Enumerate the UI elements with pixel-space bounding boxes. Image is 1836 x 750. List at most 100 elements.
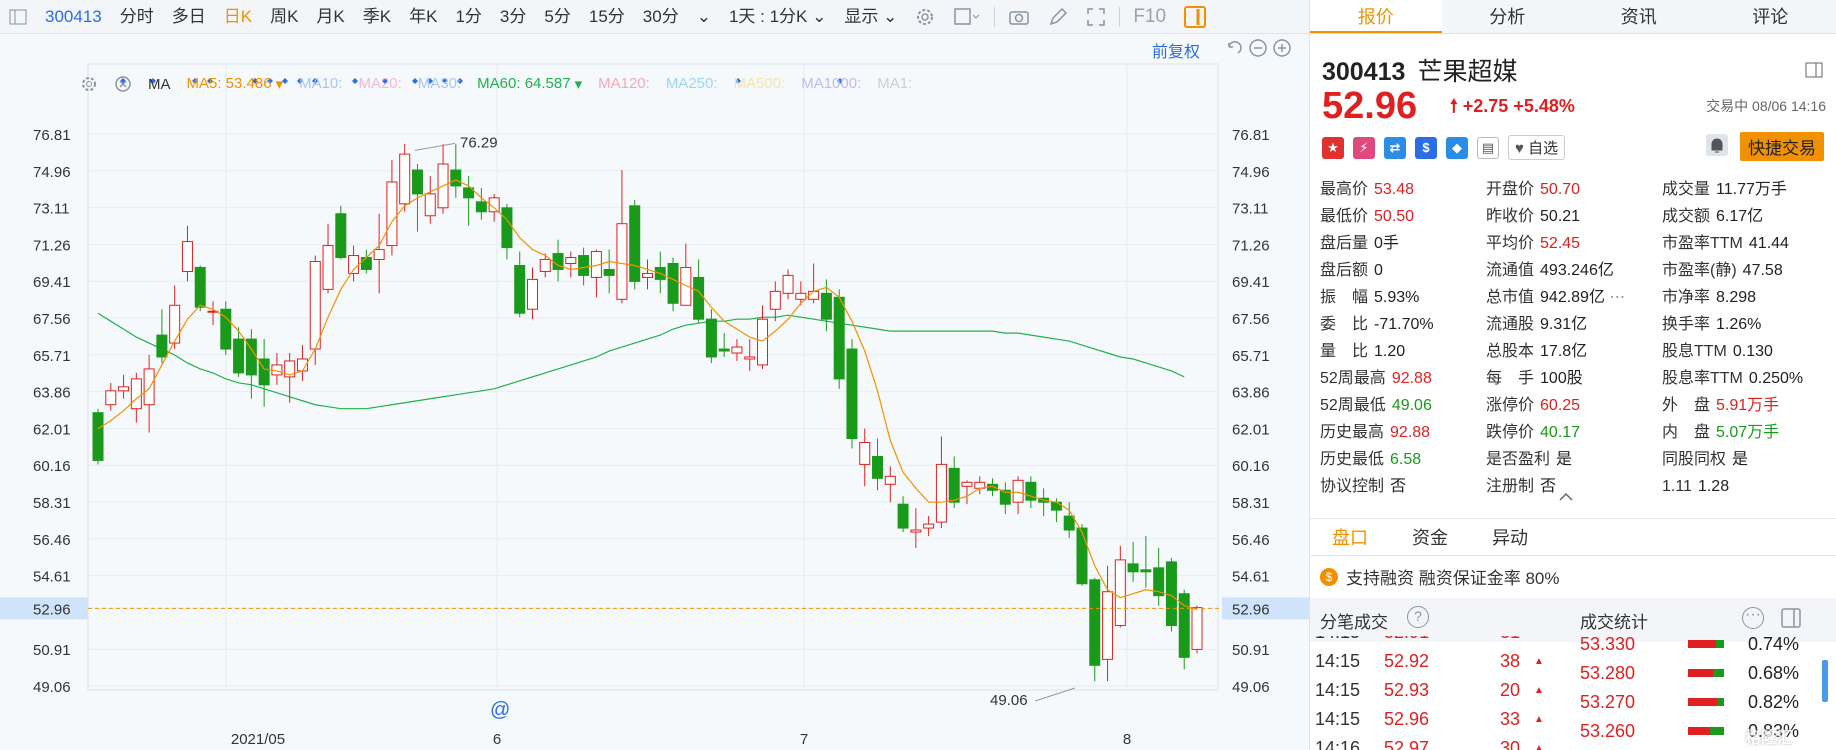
- ma-item[interactable]: MA5: 53.486: [187, 75, 272, 93]
- depth-tab[interactable]: 资金: [1412, 524, 1448, 550]
- collapse-chevron-icon[interactable]: [1559, 492, 1573, 502]
- change-pct: +5.48%: [1513, 96, 1575, 116]
- stat-row: 市盈率TTM 41.44: [1662, 230, 1803, 257]
- more-icon[interactable]: ···: [1742, 607, 1764, 629]
- adjust-toggle[interactable]: 前复权: [1152, 38, 1200, 62]
- china-flag-icon[interactable]: ★: [1322, 136, 1344, 159]
- period-tab[interactable]: 季K: [354, 0, 400, 34]
- display-select[interactable]: 显示 ⌄: [835, 0, 906, 34]
- add-favorite-button[interactable]: ♥ 自选: [1508, 135, 1566, 160]
- ma-item[interactable]: MA120:: [598, 75, 650, 93]
- candle[interactable]: [1178, 589, 1190, 670]
- candle[interactable]: [335, 205, 347, 260]
- stock-title: 300413 芒果超媒: [1322, 52, 1517, 88]
- zoom-out-icon[interactable]: [1248, 38, 1268, 58]
- quick-trade-button[interactable]: 快捷交易: [1740, 132, 1824, 161]
- candle[interactable]: [194, 265, 206, 312]
- candle[interactable]: [846, 339, 858, 449]
- sidebar-toggle-icon[interactable]: [1804, 60, 1824, 80]
- period-tab[interactable]: 年K: [400, 0, 446, 34]
- interval-select[interactable]: 1天 : 1分K ⌄: [720, 0, 835, 34]
- ma-item[interactable]: MA10:: [299, 75, 342, 93]
- y-tick-label: 74.96: [1232, 164, 1270, 181]
- quote-icon-row: ★ ⚡ ⇄ $ ◆ ▤ ♥ 自选: [1322, 135, 1566, 160]
- trade-time: 14:15: [1315, 636, 1360, 647]
- expand-panel-icon[interactable]: [1780, 607, 1802, 629]
- runner-icon[interactable]: ⚡: [1353, 136, 1375, 159]
- gear-icon[interactable]: [906, 7, 944, 27]
- depth-tab[interactable]: 异动: [1492, 524, 1528, 550]
- period-tab[interactable]: 3分: [491, 0, 535, 34]
- gear-icon[interactable]: [80, 75, 98, 93]
- quote-tab[interactable]: 分析: [1442, 0, 1574, 33]
- more-periods-chevron-icon[interactable]: ⌄: [688, 0, 720, 34]
- side-panel-icon[interactable]: [1175, 5, 1215, 28]
- at-icon[interactable]: @: [490, 699, 510, 721]
- scrollbar[interactable]: [1822, 660, 1828, 702]
- bell-icon[interactable]: [1706, 134, 1728, 156]
- ma-item[interactable]: MA250:: [666, 75, 718, 93]
- ma-item[interactable]: MA60: 64.587: [477, 75, 570, 93]
- zoom-in-icon[interactable]: [1272, 38, 1292, 58]
- ma-item[interactable]: MA20:: [358, 75, 401, 93]
- trade-time: 14:16: [1315, 738, 1361, 750]
- tick-trades-title: 分笔成交: [1320, 613, 1388, 632]
- undo-icon[interactable]: [1224, 38, 1244, 58]
- camera-icon[interactable]: [999, 7, 1039, 27]
- period-tab[interactable]: 日K: [215, 0, 261, 34]
- toolbar-divider: [994, 6, 996, 27]
- stat-row: 52周最高 92.88: [1320, 365, 1434, 392]
- period-tab[interactable]: 30分: [634, 0, 688, 34]
- kline-chart[interactable]: 76.81 76.81 74.96 74.96 73.11 73.11 71.26 71.26…: [0, 34, 1309, 750]
- help-icon[interactable]: ?: [1407, 606, 1429, 628]
- candle[interactable]: [1089, 577, 1101, 682]
- dollar-icon[interactable]: $: [1415, 136, 1437, 159]
- square-icon[interactable]: [944, 7, 990, 27]
- ma-settings-label[interactable]: MA: [148, 76, 171, 93]
- candle-body: [386, 181, 398, 247]
- candle[interactable]: [220, 301, 232, 355]
- stat-row: 历史最高 92.88: [1320, 419, 1434, 446]
- candle[interactable]: [92, 408, 104, 465]
- close-icon[interactable]: [114, 75, 132, 93]
- stat-value: 53.48: [1374, 181, 1415, 198]
- stat-value: 493.246亿: [1540, 262, 1614, 279]
- more-icon[interactable]: ⋯: [1605, 289, 1625, 306]
- trade-row: 14:15 52.91 31 ▲: [1310, 636, 1580, 647]
- period-tab[interactable]: 分时: [111, 0, 163, 34]
- dropdown-arrow-icon[interactable]: ▾: [575, 75, 583, 93]
- shuffle-icon[interactable]: ⇄: [1384, 136, 1406, 159]
- f10-button[interactable]: F10: [1124, 0, 1175, 34]
- pencil-icon[interactable]: [1039, 7, 1077, 27]
- document-icon[interactable]: ▤: [1477, 136, 1499, 159]
- dropdown-arrow-icon[interactable]: ▾: [276, 75, 284, 93]
- candle-body: [757, 318, 769, 366]
- fullscreen-icon[interactable]: [1077, 7, 1115, 27]
- period-tab[interactable]: 5分: [535, 0, 579, 34]
- tag-icon[interactable]: ◆: [1446, 136, 1468, 159]
- quote-tab[interactable]: 报价: [1310, 0, 1442, 33]
- candle[interactable]: [1191, 605, 1203, 654]
- period-tab[interactable]: 1分: [446, 0, 490, 34]
- period-tab[interactable]: 多日: [163, 0, 215, 34]
- ma-item[interactable]: MA1:: [877, 75, 912, 93]
- stat-row: 昨收价 50.21: [1486, 203, 1625, 230]
- stat-row: 最低价 50.50: [1320, 203, 1434, 230]
- candle[interactable]: [667, 257, 679, 312]
- candle[interactable]: [629, 199, 641, 290]
- panel-toggle-icon[interactable]: [0, 8, 36, 26]
- quote-tab[interactable]: 评论: [1705, 0, 1836, 33]
- candle-body: [335, 213, 347, 259]
- ma-item[interactable]: MA500:: [734, 75, 786, 93]
- ma-item[interactable]: MA30:: [418, 75, 461, 93]
- trade-time: 14:15: [1315, 709, 1361, 729]
- quote-tab[interactable]: 资讯: [1573, 0, 1705, 33]
- y-tick-label: 56.46: [33, 532, 71, 549]
- period-tab[interactable]: 周K: [261, 0, 307, 34]
- candle[interactable]: [399, 144, 411, 212]
- period-tab[interactable]: 月K: [307, 0, 353, 34]
- depth-tab[interactable]: 盘口: [1332, 524, 1368, 550]
- stock-code[interactable]: 300413: [36, 0, 111, 34]
- period-tab[interactable]: 15分: [580, 0, 634, 34]
- ma-item[interactable]: MA1000:: [801, 75, 861, 93]
